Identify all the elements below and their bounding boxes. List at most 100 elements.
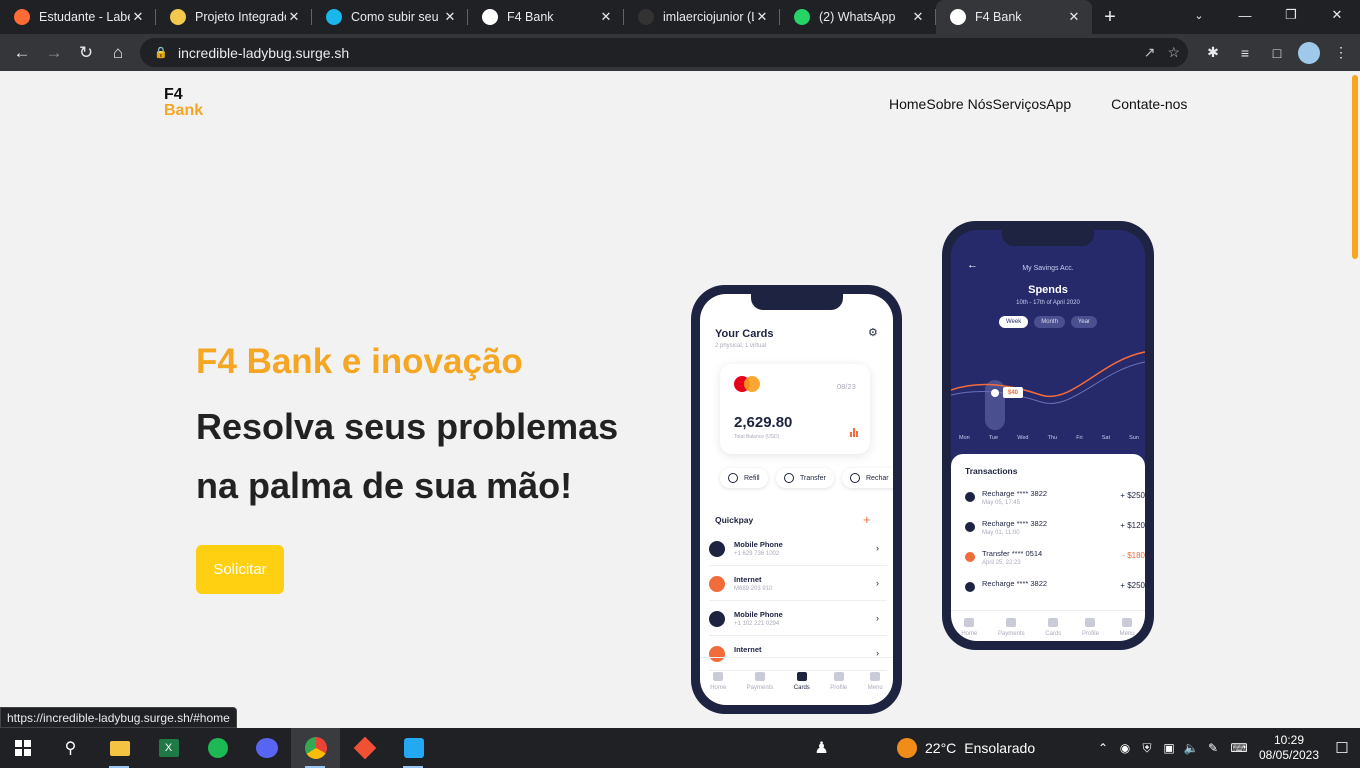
tray-app-icon[interactable]: ◉ [1114, 741, 1136, 755]
spends-range: 10th - 17th of April 2020 [1016, 300, 1080, 306]
card-balance: 2,629.80 [734, 414, 793, 431]
browser-tab[interactable]: (2) WhatsApp ✕ [780, 0, 936, 34]
keyboard-icon[interactable]: ⌨ [1224, 741, 1254, 755]
phone-mockup-spends: ← My Savings Acc. Spends 10th - 17th of … [942, 221, 1154, 650]
close-tab-icon[interactable]: ✕ [286, 9, 302, 25]
bookmark-star-icon[interactable]: ☆ [1167, 44, 1180, 61]
vimeo-icon [326, 9, 342, 25]
transactions-panel: Transactions Recharge **** 3822 May 05, 1… [951, 454, 1145, 641]
transaction-date: May 05, 17:45 [982, 500, 1021, 506]
transaction-row: Recharge **** 3822 + $250 [965, 576, 1145, 606]
restore-button[interactable]: ❐ [1268, 0, 1314, 30]
close-tab-icon[interactable]: ✕ [910, 9, 926, 25]
spotify-icon[interactable] [193, 728, 242, 768]
browser-tab[interactable]: Estudante - Labenu✕ [0, 0, 156, 34]
address-bar[interactable]: 🔒 incredible-ladybug.surge.sh ↗ ☆ [140, 38, 1188, 67]
transaction-name: Recharge **** 3822 [982, 489, 1048, 498]
back-button[interactable]: ← [6, 37, 38, 69]
recharge-action: Rechar [842, 468, 893, 488]
close-tab-icon[interactable]: ✕ [1066, 9, 1082, 25]
close-tab-icon[interactable]: ✕ [754, 9, 770, 25]
logo-line2: Bank [164, 102, 204, 119]
minimize-button[interactable]: — [1222, 0, 1268, 30]
spends-title: Spends [1028, 284, 1068, 296]
chevron-right-icon: › [876, 578, 879, 588]
close-window-button[interactable]: ✕ [1314, 0, 1360, 30]
menu-icon[interactable]: ⋮ [1328, 40, 1354, 66]
new-tab-button[interactable]: + [1092, 0, 1128, 34]
day-label: Thu [1047, 435, 1058, 441]
transactions-title: Transactions [965, 466, 1018, 476]
filter-year: Year [1070, 316, 1098, 328]
reload-button[interactable]: ↻ [70, 37, 102, 69]
discord-icon[interactable] [242, 728, 291, 768]
excel-icon[interactable]: X [144, 728, 193, 768]
phone-nav-item: Menu [1120, 618, 1135, 637]
period-filters: Week Month Year [999, 316, 1098, 328]
transaction-type-icon [965, 492, 975, 502]
quickpay-name: Mobile Phone [734, 610, 783, 619]
cards-title: Your Cards [715, 328, 774, 340]
site-logo[interactable]: F4 Bank [164, 87, 203, 119]
transaction-amount: + $250 [1120, 581, 1145, 590]
nav-home[interactable]: Home [889, 96, 926, 112]
status-bar-url: https://incredible-ladybug.surge.sh/#hom… [0, 707, 237, 728]
nav-services[interactable]: Serviços [993, 96, 1047, 112]
close-tab-icon[interactable]: ✕ [442, 9, 458, 25]
quickpay-number: M689 203 910 [734, 586, 773, 592]
git-icon[interactable] [340, 728, 389, 768]
page-scrollbar[interactable] [1350, 71, 1360, 728]
people-icon[interactable]: ♟ [797, 728, 846, 768]
forward-button[interactable]: → [38, 37, 70, 69]
phone-nav-item: Payments [998, 618, 1025, 637]
profile-avatar[interactable] [1296, 40, 1322, 66]
transaction-amount: - $180 [1122, 551, 1145, 560]
chrome-icon[interactable] [291, 728, 340, 768]
f4-icon [482, 9, 498, 25]
nav-app[interactable]: App [1046, 96, 1071, 112]
home-button[interactable]: ⌂ [102, 37, 134, 69]
close-tab-icon[interactable]: ✕ [130, 9, 146, 25]
browser-toolbar: ← → ↻ ⌂ 🔒 incredible-ladybug.surge.sh ↗ … [0, 34, 1360, 71]
weather-temp: 22°C [925, 740, 957, 756]
browser-tab[interactable]: Como subir seu site✕ [312, 0, 468, 34]
transaction-type-icon [965, 582, 975, 592]
weather-widget[interactable]: 22°C Ensolarado [897, 728, 1035, 768]
browser-tab[interactable]: Projeto Integrado ✕ [156, 0, 312, 34]
clock[interactable]: 10:29 08/05/2023 [1254, 733, 1324, 763]
day-label: Wed [1017, 435, 1029, 441]
carrier-logo-icon [709, 611, 725, 627]
phone-nav-item: Home [710, 672, 726, 691]
side-panel-icon[interactable]: □ [1264, 40, 1290, 66]
reading-list-icon[interactable]: ≡ [1232, 40, 1258, 66]
search-icon[interactable]: ⚲ [46, 728, 95, 768]
share-icon[interactable]: ↗ [1144, 44, 1156, 61]
phone-nav-item: Payments [747, 672, 773, 691]
pen-icon[interactable]: ✎ [1202, 741, 1224, 755]
browser-tab[interactable]: F4 Bank ✕ [468, 0, 624, 34]
request-button[interactable]: Solicitar [196, 545, 284, 594]
day-label: Mon [959, 435, 970, 441]
tray-chevron-icon[interactable]: ⌃ [1092, 741, 1114, 755]
tab-search-icon[interactable]: ⌄ [1186, 0, 1212, 30]
network-icon[interactable]: ▣ [1158, 741, 1180, 755]
extensions-icon[interactable]: ✱ [1200, 40, 1226, 66]
carrier-logo-icon [709, 576, 725, 592]
start-button[interactable] [0, 728, 46, 768]
browser-tab[interactable]: imlaerciojunior (L ✕ [624, 0, 780, 34]
chevron-right-icon: › [876, 543, 879, 553]
security-icon[interactable]: ⛨ [1136, 741, 1158, 756]
notifications-icon[interactable]: ☐ [1324, 739, 1360, 757]
file-explorer-icon[interactable] [95, 728, 144, 768]
volume-icon[interactable]: 🔈 [1180, 741, 1202, 755]
quickpay-row: Internet M689 203 910 › [709, 567, 887, 601]
vscode-icon[interactable] [389, 728, 438, 768]
nav-about[interactable]: Sobre Nós [926, 96, 992, 112]
transaction-date: May 01, 11:00 [982, 530, 1020, 536]
phone-nav-item: Menu [868, 672, 883, 691]
nav-contact[interactable]: Contate-nos [1111, 96, 1187, 112]
close-tab-icon[interactable]: ✕ [598, 9, 614, 25]
phone-nav-item: Home [961, 618, 977, 637]
browser-tab[interactable]: F4 Bank ✕ [936, 0, 1092, 34]
tab-title: F4 Bank [975, 10, 1022, 24]
